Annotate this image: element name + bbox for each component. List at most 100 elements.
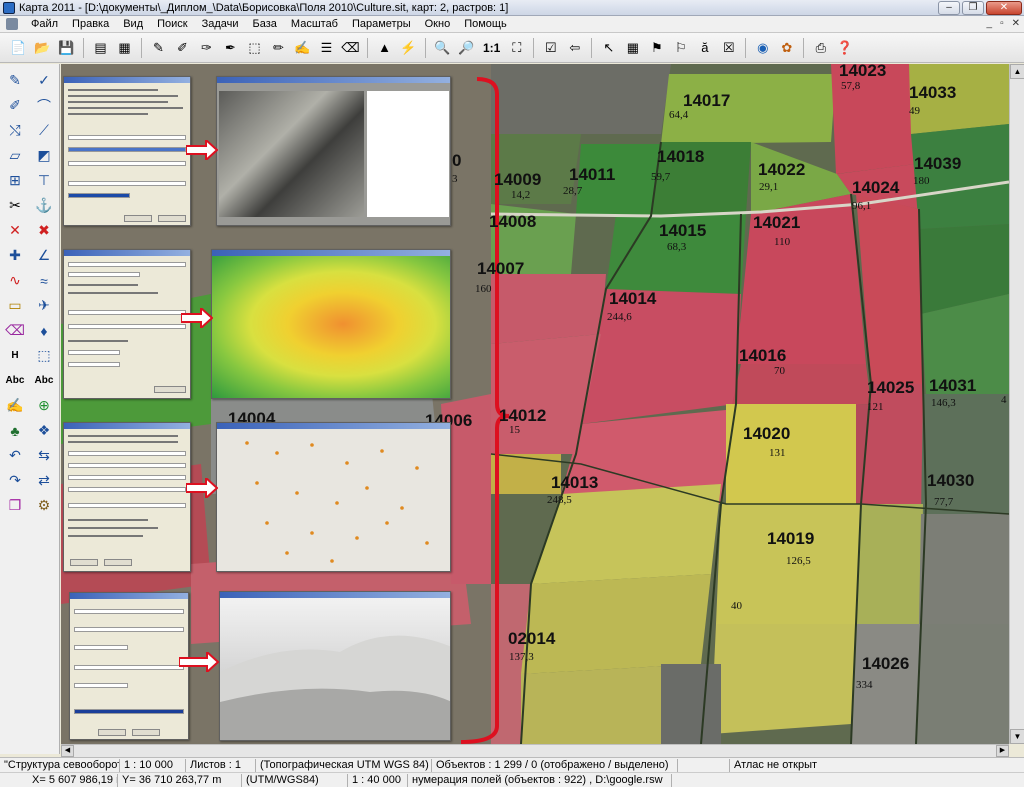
flag-remove-icon[interactable]: ⚐ (670, 37, 691, 58)
move-point-icon[interactable]: ✚ (1, 243, 29, 268)
select-object-icon[interactable]: ✏ (268, 37, 289, 58)
print-icon[interactable]: ⎙ (810, 37, 831, 58)
menu-database[interactable]: База (246, 18, 284, 30)
vertical-scrollbar[interactable]: ▲ ▼ (1009, 64, 1024, 744)
copy-icon[interactable]: ❐ (1, 493, 29, 518)
anchor-icon[interactable]: ⚓ (30, 193, 58, 218)
clear-select-icon[interactable]: ⌫ (340, 37, 361, 58)
scroll-left-icon[interactable]: ◀ (61, 745, 74, 757)
field-value: 59,7 (651, 171, 671, 183)
draw-arc-icon[interactable]: ⌒ (30, 93, 58, 118)
menu-parameters[interactable]: Параметры (345, 18, 418, 30)
mdi-close-button[interactable]: ✕ (1012, 18, 1020, 29)
map-canvas[interactable]: 14023 57,8 14033 49 14017 64,4 14018 59,… (61, 64, 1009, 744)
undo-icon[interactable]: ↶ (1, 443, 29, 468)
open-folder-icon[interactable]: 📂 (32, 37, 53, 58)
scroll-up-icon[interactable]: ▲ (1010, 64, 1024, 79)
abc-icon[interactable]: ☒ (718, 37, 739, 58)
menu-view[interactable]: Вид (116, 18, 150, 30)
atlas-icon[interactable]: ▦ (114, 37, 135, 58)
select-add-icon[interactable]: ✐ (172, 37, 193, 58)
status-coord-y: Y= 36 710 263,77 m (118, 773, 242, 787)
check-icon[interactable]: ☑ (540, 37, 561, 58)
help-icon[interactable]: ❓ (834, 37, 855, 58)
zoom-out-icon[interactable]: 🔍 (432, 37, 453, 58)
select-remove-icon[interactable]: ✒ (220, 37, 241, 58)
document-icon[interactable] (6, 18, 18, 30)
label-abc-alt-icon[interactable]: Abc (30, 368, 58, 393)
menu-search[interactable]: Поиск (150, 18, 194, 30)
menu-edit[interactable]: Правка (65, 18, 116, 30)
draw-polyline-icon[interactable]: ✓ (30, 68, 58, 93)
brush-icon[interactable]: ✍ (1, 393, 29, 418)
cut-icon[interactable]: ✂ (1, 193, 29, 218)
satellite-icon[interactable]: ✈ (30, 293, 58, 318)
status-scale-2: 1 : 40 000 (348, 773, 408, 787)
lightning-icon[interactable]: ⚡ (398, 37, 419, 58)
redo-all-icon[interactable]: ⇄ (30, 468, 58, 493)
select-filter-icon[interactable]: ✑ (196, 37, 217, 58)
triangle-tool-icon[interactable]: ▲ (374, 37, 395, 58)
gear-icon[interactable]: ⚙ (30, 493, 58, 518)
status-scale: 1 : 10 000 (120, 758, 186, 772)
frame-icon[interactable]: ⬚ (30, 343, 58, 368)
draw-area-icon[interactable]: ◩ (30, 143, 58, 168)
back-icon[interactable]: ⇦ (564, 37, 585, 58)
angle-icon[interactable]: ∠ (30, 243, 58, 268)
scroll-down-icon[interactable]: ▼ (1010, 729, 1024, 744)
measure-icon[interactable]: ⊞ (1, 168, 29, 193)
eraser-icon[interactable]: ⌫ (1, 318, 29, 343)
menu-tasks[interactable]: Задачи (195, 18, 246, 30)
frame-select-icon[interactable]: ⬚ (244, 37, 265, 58)
mdi-restore-button[interactable]: ▫ (1000, 18, 1004, 29)
symbol-icon[interactable]: ♣ (1, 418, 29, 443)
select-region-icon[interactable]: ✍ (292, 37, 313, 58)
menu-window[interactable]: Окно (418, 18, 458, 30)
field-label: 14014 (609, 289, 657, 308)
close-button[interactable]: ✕ (986, 1, 1022, 15)
draw-polygon-icon[interactable]: ▱ (1, 143, 29, 168)
redo-icon[interactable]: ↷ (1, 468, 29, 493)
cursor-icon[interactable]: ↖ (598, 37, 619, 58)
horizontal-scrollbar[interactable]: ◀ ▶ (61, 744, 1009, 757)
minimize-button[interactable]: – (938, 1, 960, 15)
field-value: 137,3 (509, 651, 534, 663)
menu-file[interactable]: Файл (24, 18, 65, 30)
menu-help[interactable]: Помощь (457, 18, 514, 30)
split-icon[interactable]: ⊤ (30, 168, 58, 193)
height-icon[interactable]: H (1, 343, 29, 368)
delete-object-icon[interactable]: ✖ (30, 218, 58, 243)
menu-scale[interactable]: Масштаб (284, 18, 345, 30)
scroll-right-icon[interactable]: ▶ (996, 745, 1009, 757)
label-abc-icon[interactable]: Abc (1, 368, 29, 393)
transfer-icon[interactable]: ⇆ (30, 443, 58, 468)
ruler-icon[interactable]: ▭ (1, 293, 29, 318)
zoom-in-icon[interactable]: 🔎 (456, 37, 477, 58)
maximize-button[interactable]: ❐ (962, 1, 984, 15)
paint-bucket-icon[interactable]: ♦ (30, 318, 58, 343)
edit-vertex-icon[interactable]: ⤭ (1, 118, 29, 143)
status-atlas: Атлас не открыт (734, 758, 818, 771)
select-icon[interactable]: ✎ (148, 37, 169, 58)
flag-icon[interactable]: ⚑ (646, 37, 667, 58)
draw-point-icon[interactable]: ✐ (1, 93, 29, 118)
text-icon[interactable]: ă (694, 37, 715, 58)
marker-icon[interactable]: ❖ (30, 418, 58, 443)
list-icon[interactable]: ☰ (316, 37, 337, 58)
new-file-icon[interactable]: 📄 (8, 37, 29, 58)
magnifier-icon[interactable]: ⊕ (30, 393, 58, 418)
save-icon[interactable]: 💾 (56, 37, 77, 58)
globe-icon[interactable]: ◉ (752, 37, 773, 58)
paint-icon[interactable]: ✿ (776, 37, 797, 58)
wave-icon[interactable]: ≈ (30, 268, 58, 293)
draw-line-icon[interactable]: ✎ (1, 68, 29, 93)
toolbar-separator (425, 37, 426, 58)
zoom-1-1-button[interactable]: 1:1 (480, 37, 503, 58)
edit-segment-icon[interactable]: ⟋ (30, 118, 58, 143)
table-icon[interactable]: ▦ (622, 37, 643, 58)
zoom-full-icon[interactable]: ⛶ (506, 37, 527, 58)
curve-icon[interactable]: ∿ (1, 268, 29, 293)
layers-icon[interactable]: ▤ (90, 37, 111, 58)
delete-icon[interactable]: ✕ (1, 218, 29, 243)
mdi-minimize-button[interactable]: _ (987, 18, 993, 29)
